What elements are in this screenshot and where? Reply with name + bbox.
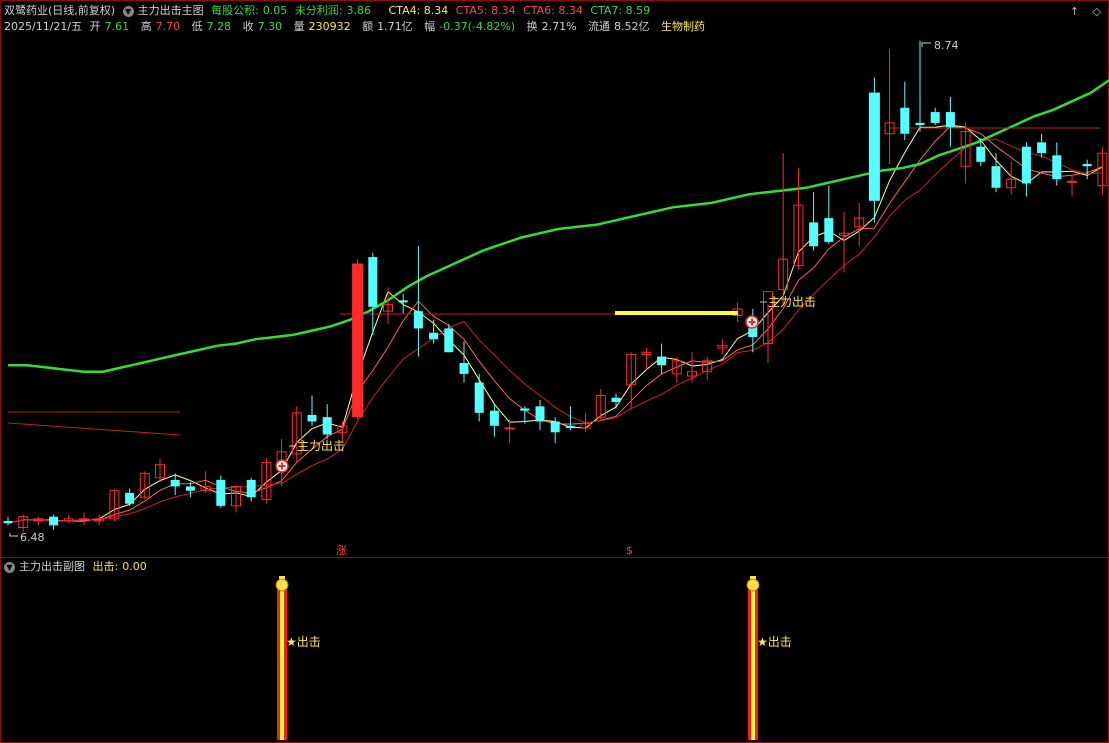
candle-body bbox=[504, 427, 515, 430]
candle-body bbox=[1067, 180, 1077, 183]
candle-body bbox=[1021, 146, 1031, 184]
candle-body bbox=[611, 397, 621, 403]
ma-slow-line bbox=[7, 138, 1103, 524]
candle-body bbox=[368, 257, 378, 307]
candle-body bbox=[900, 107, 910, 134]
candle-body bbox=[307, 414, 317, 422]
max-pointer bbox=[921, 42, 931, 47]
resistance-line bbox=[7, 422, 181, 436]
candle-body bbox=[565, 425, 575, 428]
candle-body bbox=[170, 479, 180, 487]
money-bag-icon bbox=[279, 576, 285, 579]
sub-signal-1: ★出击 bbox=[286, 635, 321, 649]
candle-body bbox=[1082, 164, 1092, 167]
candle-body bbox=[915, 122, 925, 126]
candle-body bbox=[444, 328, 454, 353]
candle-body bbox=[185, 486, 195, 491]
candle-body bbox=[216, 479, 226, 506]
candle-body bbox=[550, 421, 560, 433]
signal-label-2: 主力出击 bbox=[768, 295, 816, 309]
max-price-label: 8.74 bbox=[934, 39, 959, 52]
candle-body bbox=[322, 417, 332, 435]
candle-body bbox=[824, 218, 834, 242]
money-bag-icon bbox=[746, 578, 760, 592]
dollar-marker: $ bbox=[626, 544, 633, 557]
candle-body bbox=[125, 492, 135, 504]
moving-averages bbox=[7, 78, 1109, 524]
candle-body bbox=[429, 332, 439, 340]
candle-body bbox=[246, 479, 256, 498]
candle-body bbox=[489, 410, 499, 426]
zhang-marker: 涨 bbox=[336, 544, 347, 557]
candle-body bbox=[1052, 155, 1062, 180]
candle-body bbox=[657, 356, 667, 366]
candle-body bbox=[3, 521, 13, 524]
min-pointer bbox=[9, 533, 18, 537]
money-bag-icon bbox=[750, 576, 756, 579]
candle-body bbox=[352, 263, 364, 418]
candle-body bbox=[398, 300, 408, 303]
candle-body bbox=[520, 408, 530, 411]
candle-body bbox=[49, 516, 59, 526]
signal-label-1: 主力出击 bbox=[297, 439, 345, 453]
candle-body bbox=[945, 112, 955, 128]
ma-mid-line bbox=[7, 125, 1103, 524]
candle-body bbox=[868, 92, 880, 201]
candle-body bbox=[809, 222, 819, 247]
candle-body bbox=[535, 406, 545, 422]
signal-bar-yellow bbox=[751, 590, 755, 740]
candle-body bbox=[459, 363, 469, 374]
ma-fast-line bbox=[7, 124, 1103, 524]
sub-signal-2: ★出击 bbox=[757, 635, 792, 649]
money-bag-icon bbox=[275, 578, 289, 592]
candle-body bbox=[79, 518, 89, 521]
candle-body bbox=[976, 146, 986, 162]
candle-body bbox=[1037, 142, 1047, 154]
candle-body bbox=[991, 166, 1001, 188]
candlesticks bbox=[3, 40, 1108, 532]
ma-green-line bbox=[8, 78, 1109, 373]
candle-body bbox=[930, 112, 940, 123]
candle-body bbox=[474, 382, 484, 413]
signal-bar-yellow bbox=[280, 590, 284, 740]
candle-body bbox=[413, 311, 423, 329]
min-price-label: 6.48 bbox=[20, 531, 45, 544]
price-chart[interactable]: 8.74 6.48 主力出击 主力出击 涨 $ ★出击 ★出击 bbox=[0, 0, 1109, 743]
annotations: 8.74 6.48 主力出击 主力出击 涨 $ ★出击 ★出击 bbox=[9, 39, 959, 740]
